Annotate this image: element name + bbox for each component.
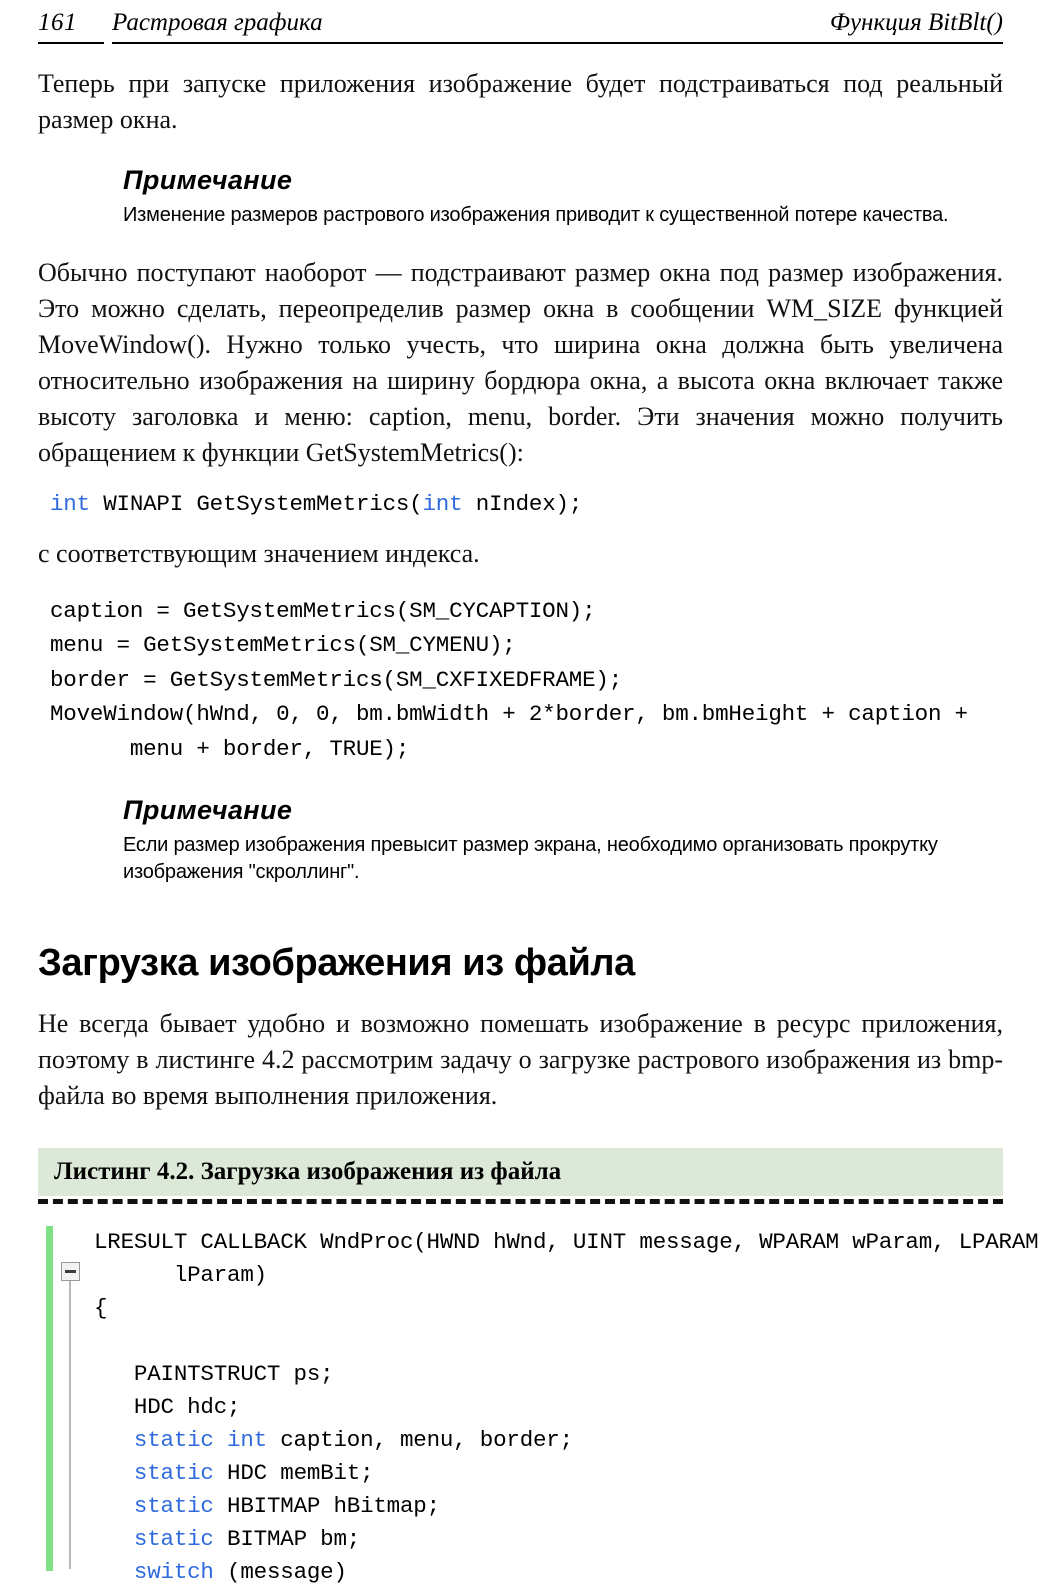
listing-caption-block: Листинг 4.2. Загрузка изображения из фай… [38,1148,1003,1204]
note-title-1: Примечание [123,165,293,195]
code-text: LRESULT CALLBACK WndProc(HWND hWnd, UINT… [94,1229,1039,1255]
listing-caption-text: Листинг 4.2. Загрузка изображения из фай… [54,1158,562,1185]
code-line: lParam) [94,1259,1003,1292]
note-block-1: Примечание Изменение размеров растрового… [123,164,993,229]
code-keyword: switch [133,1559,214,1585]
code-line: PAINTSTRUCT ps; [94,1358,1003,1391]
code-text: (message) [213,1559,347,1585]
code-keyword: static [133,1526,214,1552]
header-section-title: Растровая графика [112,9,820,44]
code-block-getsystemmetrics: caption = GetSystemMetrics(SM_CYCAPTION)… [50,597,968,762]
listing-dashed-rule [38,1199,1003,1204]
code-line: static int caption, menu, border; [94,1424,1003,1457]
code-line: LRESULT CALLBACK WndProc(HWND hWnd, UINT… [94,1226,1039,1259]
code-text: HDC memBit; [213,1460,374,1486]
header-right-title: Функция BitBlt() [819,9,1003,44]
listing-caption-bar: Листинг 4.2. Загрузка изображения из фай… [38,1148,1003,1196]
code-text: BITMAP bm; [213,1526,361,1552]
code-line: HDC hdc; [94,1391,1003,1424]
collapse-minus-icon[interactable] [61,1262,80,1281]
code-line: static BITMAP bm; [94,1523,1003,1556]
code-text: HDC hdc; [94,1394,241,1420]
listing-code-text: LRESULT CALLBACK WndProc(HWND hWnd, UINT… [94,1226,1039,1589]
code-line: switch (message) [94,1556,1003,1589]
code-line: static HBITMAP hBitmap; [94,1490,1003,1523]
paragraph-2: Обычно поступают наоборот — подстраивают… [38,258,1003,467]
section-heading: Загрузка изображения из файла [38,942,635,984]
code-keyword: static [133,1460,214,1486]
code-text: lParam) [94,1262,267,1288]
code-keyword-int-1: int [50,491,90,517]
document-page: 161 Растровая графика Функция BitBlt() Т… [0,0,1041,1585]
code-signature-tail: nIndex); [462,491,583,517]
note-body-1: Изменение размеров растрового изображени… [123,204,949,226]
running-head: 161 Растровая графика Функция BitBlt() [38,0,1003,44]
code-text: caption, menu, border; [266,1427,573,1453]
note-body-2: Если размер изображения превысит размер … [123,834,938,883]
note-block-2: Примечание Если размер изображения превы… [123,794,993,886]
code-listing-panel: LRESULT CALLBACK WndProc(HWND hWnd, UINT… [38,1226,1039,1589]
code-keyword: static int [133,1427,267,1453]
code-signature-mid: WINAPI GetSystemMetrics( [89,491,423,517]
code-text: PAINTSTRUCT ps; [94,1361,334,1387]
note-title-2: Примечание [123,795,293,825]
code-keyword-int-2: int [422,491,463,517]
code-text: HBITMAP hBitmap; [213,1493,440,1519]
code-text: { [94,1295,108,1321]
paragraph-4: Не всегда бывает удобно и возможно помеш… [38,1009,1003,1110]
indent-guide-line [69,1274,71,1569]
code-signature: int WINAPI GetSystemMetrics(int nIndex); [50,487,1003,522]
page-number: 161 [38,9,104,44]
change-indicator-bar [46,1226,53,1571]
code-line: { [94,1292,1003,1325]
paragraph-3: с соответствующим значением индекса. [38,538,480,568]
code-keyword: static [133,1493,214,1519]
code-line: static HDC memBit; [94,1457,1003,1490]
intro-paragraph: Теперь при запуске приложения изображени… [38,69,1003,134]
